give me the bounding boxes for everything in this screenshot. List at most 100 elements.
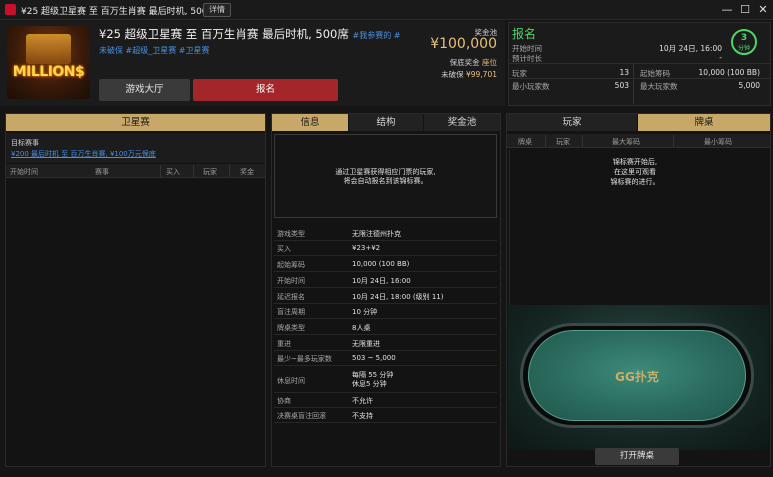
info-row: 重进 无限重进 bbox=[274, 336, 497, 351]
info-row-value: 10,000 (100 BB) bbox=[352, 260, 410, 268]
info-row: 延迟报名 10月 24日, 18:00 (级别 11) bbox=[274, 289, 497, 304]
info-row: 开始时间 10月 24日, 16:00 bbox=[274, 273, 497, 288]
tournament-title: ¥25 超级卫星赛 至 百万生肖赛 最后时机, 500席 #我参赛的 # bbox=[99, 26, 400, 42]
info-row-label: 盲注周期 bbox=[277, 308, 305, 316]
info-row: 游戏类型 无限注德州扑克 bbox=[274, 226, 497, 241]
guarantee-value: 座位 bbox=[482, 58, 497, 67]
max-players-label: 最大玩家数 bbox=[640, 82, 678, 91]
info-row: 盲注周期 10 分钟 bbox=[274, 304, 497, 319]
divider bbox=[509, 78, 770, 79]
close-icon[interactable]: ✕ bbox=[755, 2, 771, 18]
info-row-label: 最少~最多玩家数 bbox=[277, 355, 332, 363]
guarantee-row: 保底奖金 座位 bbox=[395, 57, 497, 68]
col-table-players[interactable]: 玩家 bbox=[556, 137, 570, 147]
target-event-label: 目标赛事 bbox=[11, 139, 39, 147]
min-players-label: 最小玩家数 bbox=[512, 82, 550, 91]
info-row-label: 起始筹码 bbox=[277, 261, 305, 269]
nobreak-label: 未破保 bbox=[441, 70, 464, 79]
tab-prize-pool[interactable]: 奖金池 bbox=[424, 114, 500, 131]
tournament-title-text: ¥25 超级卫星赛 至 百万生肖赛 最后时机, 500席 bbox=[99, 27, 349, 41]
tab-tables[interactable]: 牌桌 bbox=[638, 114, 770, 131]
min-players-value: 503 bbox=[614, 81, 629, 90]
prize-pool-amount: ¥100,000 bbox=[430, 36, 497, 52]
status-title: 报名 bbox=[512, 27, 537, 41]
minimize-icon[interactable]: — bbox=[719, 2, 735, 18]
divider bbox=[160, 165, 161, 177]
info-row-value: 无限注德州扑克 bbox=[352, 230, 401, 238]
register-button[interactable]: 报名 bbox=[193, 79, 338, 101]
col-table[interactable]: 牌桌 bbox=[518, 137, 532, 147]
tables-notice-line1: 锦标赛开始后, bbox=[612, 158, 658, 166]
app-logo-icon bbox=[5, 4, 16, 15]
est-duration-value: - bbox=[719, 53, 722, 62]
open-table-button[interactable]: 打开牌桌 bbox=[595, 448, 679, 465]
divider bbox=[509, 63, 770, 64]
col-max-chips[interactable]: 最大筹码 bbox=[612, 137, 640, 147]
starting-chips-value: 10,000 (100 BB) bbox=[698, 68, 760, 77]
info-row-label: 买入 bbox=[277, 245, 291, 253]
details-button[interactable]: 详情 bbox=[203, 3, 231, 17]
info-row: 休息时间 每隔 55 分钟 休息5 分钟 bbox=[274, 367, 497, 393]
satellite-panel-header: 卫星赛 bbox=[6, 114, 265, 131]
countdown-unit: 分钟 bbox=[737, 45, 750, 52]
info-row-value: 503 ~ 5,000 bbox=[352, 354, 396, 362]
scrollbar-track[interactable] bbox=[509, 150, 510, 305]
col-start-time[interactable]: 开始时间 bbox=[10, 167, 38, 177]
maximize-icon[interactable]: ☐ bbox=[737, 2, 753, 18]
window-title: ¥25 超级卫星赛 至 百万生肖赛 最后时机, 500席 bbox=[21, 7, 217, 17]
max-players-value: 5,000 bbox=[738, 81, 760, 90]
col-buyin[interactable]: 买入 bbox=[166, 167, 180, 177]
divider bbox=[193, 165, 194, 177]
info-row: 牌桌类型 8人桌 bbox=[274, 320, 497, 335]
info-row-label: 协商 bbox=[277, 397, 291, 405]
info-row: 最少~最多玩家数 503 ~ 5,000 bbox=[274, 351, 497, 366]
info-row-label: 牌桌类型 bbox=[277, 324, 305, 332]
info-row-value: 不支持 bbox=[352, 412, 373, 420]
info-row: 协商 不允许 bbox=[274, 393, 497, 408]
nobreak-value: ¥99,701 bbox=[465, 70, 497, 79]
logo-mahjong-icon bbox=[26, 34, 71, 64]
tables-notice-line2: 在这里可观看 bbox=[614, 168, 656, 176]
divider bbox=[545, 135, 546, 147]
divider bbox=[229, 165, 230, 177]
tournament-tags[interactable]: 未破保 #超级_卫星赛 #卫星赛 bbox=[99, 45, 210, 56]
col-prize[interactable]: 奖金 bbox=[240, 167, 254, 177]
info-row: 决赛桌盲注回滚 不支持 bbox=[274, 408, 497, 423]
info-row-value: 不允许 bbox=[352, 397, 373, 405]
info-row: 买入 ¥23+¥2 bbox=[274, 241, 497, 256]
col-players[interactable]: 玩家 bbox=[203, 167, 217, 177]
players-value: 13 bbox=[619, 68, 629, 77]
satellite-table-header bbox=[6, 164, 265, 178]
tab-structure[interactable]: 结构 bbox=[349, 114, 423, 131]
logo-text: MILLION$ bbox=[12, 64, 85, 80]
info-row-value: 10 分钟 bbox=[352, 308, 378, 316]
target-event-link[interactable]: ¥200 最后时机 至 百万生肖赛, ¥100万元保底 bbox=[11, 149, 156, 159]
lobby-button[interactable]: 游戏大厅 bbox=[99, 79, 190, 101]
info-row-label: 开始时间 bbox=[277, 277, 305, 285]
guarantee-label: 保底奖金 bbox=[449, 58, 480, 67]
col-event[interactable]: 赛事 bbox=[95, 167, 109, 177]
info-notice-line2: 将会自动报名到该锦标赛。 bbox=[343, 177, 428, 185]
registration-status-box bbox=[508, 22, 771, 106]
my-tournaments-link[interactable]: #我参赛的 # bbox=[353, 31, 401, 40]
tab-players[interactable]: 玩家 bbox=[507, 114, 637, 131]
tables-notice-line3: 锦标赛的进行。 bbox=[610, 178, 660, 186]
info-row-value: 10月 24日, 16:00 bbox=[352, 277, 411, 285]
divider bbox=[633, 64, 634, 104]
info-row-value: 10月 24日, 18:00 (级别 11) bbox=[352, 293, 444, 301]
tab-info[interactable]: 信息 bbox=[272, 114, 348, 131]
info-row-label: 游戏类型 bbox=[277, 230, 305, 238]
info-row-value: ¥23+¥2 bbox=[352, 244, 381, 252]
divider bbox=[673, 135, 674, 147]
nobreak-row: 未破保 ¥99,701 bbox=[395, 69, 497, 80]
countdown-number: 3 bbox=[740, 33, 748, 43]
col-min-chips[interactable]: 最小筹码 bbox=[704, 137, 732, 147]
info-row-label: 决赛桌盲注回滚 bbox=[277, 412, 326, 420]
millions-logo: MILLION$ bbox=[7, 26, 90, 99]
gg-poker-logo: GG扑克 bbox=[615, 370, 659, 384]
info-row-value: 无限重进 bbox=[352, 340, 380, 348]
info-row-label: 延迟报名 bbox=[277, 293, 305, 301]
info-row-label: 休息时间 bbox=[277, 377, 305, 385]
info-row-label: 重进 bbox=[277, 340, 291, 348]
info-row: 起始筹码 10,000 (100 BB) bbox=[274, 257, 497, 272]
